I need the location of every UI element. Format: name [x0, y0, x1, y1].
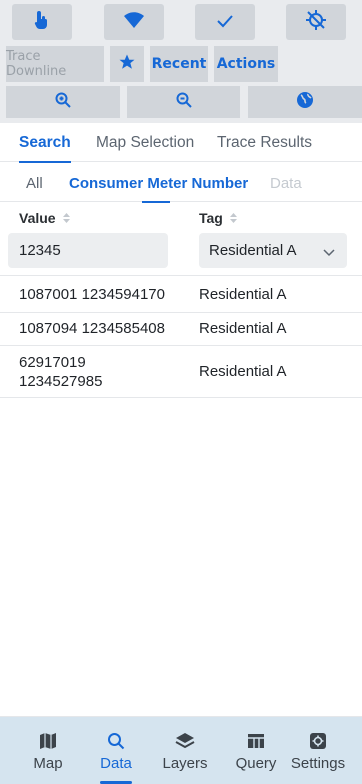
tap-tool-button[interactable] — [12, 4, 72, 40]
cell-tag: Residential A — [199, 320, 287, 337]
globe-button[interactable] — [248, 86, 362, 118]
nav-label: Map — [33, 755, 63, 772]
column-header-label: Tag — [199, 210, 223, 226]
globe-icon — [296, 91, 314, 113]
tag-filter-value: Residential A — [209, 242, 297, 259]
column-header-tag[interactable]: Tag — [199, 210, 238, 226]
nav-label: Data — [100, 755, 132, 772]
zoom-out-icon — [176, 92, 192, 112]
toolbar-row-map — [0, 86, 362, 118]
table-icon — [247, 731, 265, 751]
favorite-button[interactable] — [110, 46, 144, 82]
nav-data[interactable]: Data — [80, 717, 152, 784]
location-off-button[interactable] — [286, 4, 346, 40]
settings-icon — [309, 731, 327, 751]
tab-consumer-meter-number[interactable]: Consumer Meter Number — [69, 164, 248, 203]
cell-value: 1087094 1234585408 — [19, 320, 165, 337]
sort-icon — [62, 212, 71, 224]
nav-map[interactable]: Map — [12, 717, 84, 784]
nav-label: Query — [235, 755, 277, 772]
cell-value: 1087001 1234594170 — [19, 286, 165, 303]
table-row[interactable]: 1087001 1234594170 Residential A — [0, 275, 362, 313]
toolbar-row-actions: Trace Downline Recent Actions — [0, 46, 362, 82]
zoom-out-button[interactable] — [127, 86, 240, 118]
star-icon — [118, 53, 136, 75]
tab-data[interactable]: Data — [270, 164, 302, 202]
nav-label: Settings — [290, 755, 346, 772]
tab-search[interactable]: Search — [12, 124, 78, 163]
trace-downline-button[interactable]: Trace Downline — [6, 46, 104, 82]
nav-settings[interactable]: Settings — [282, 717, 354, 784]
tab-all[interactable]: All — [26, 164, 43, 202]
nav-label: Layers — [162, 755, 208, 772]
tab-trace-results[interactable]: Trace Results — [217, 124, 312, 162]
cell-tag: Residential A — [199, 286, 287, 303]
chevron-down-icon — [323, 244, 335, 261]
toolbar: Trace Downline Recent Actions — [0, 0, 362, 123]
wifi-button[interactable] — [104, 4, 164, 40]
search-icon — [107, 731, 125, 751]
tap-hand-icon — [34, 10, 50, 34]
nav-layers[interactable]: Layers — [149, 717, 221, 784]
wifi-icon — [123, 12, 145, 32]
bottom-nav: Map Data Layers Query Settings — [0, 717, 362, 784]
recent-button[interactable]: Recent — [150, 46, 208, 82]
table-row[interactable]: 62917019 1234527985 Residential A — [0, 346, 362, 398]
map-icon — [39, 731, 57, 751]
secondary-tabs: All Consumer Meter Number Data — [0, 164, 362, 203]
tab-map-selection[interactable]: Map Selection — [96, 124, 194, 162]
zoom-in-icon — [55, 92, 71, 112]
location-off-icon — [305, 9, 327, 35]
column-header-value[interactable]: Value — [19, 210, 71, 226]
cell-value-line1: 62917019 — [19, 354, 86, 371]
cell-tag: Residential A — [199, 363, 287, 380]
sort-icon — [229, 212, 238, 224]
actions-button[interactable]: Actions — [214, 46, 278, 82]
check-button[interactable] — [195, 4, 255, 40]
primary-tabs: Search Map Selection Trace Results — [0, 124, 362, 163]
table-row[interactable]: 1087094 1234585408 Residential A — [0, 313, 362, 346]
zoom-in-button[interactable] — [6, 86, 120, 118]
layers-icon — [175, 731, 195, 751]
value-filter-input[interactable]: 12345 — [8, 233, 168, 268]
toolbar-row-tools — [0, 4, 362, 40]
cell-value-line2: 1234527985 — [19, 373, 103, 390]
tag-filter-select[interactable]: Residential A — [199, 233, 347, 268]
checkmark-icon — [216, 13, 234, 32]
column-header-label: Value — [19, 210, 56, 226]
